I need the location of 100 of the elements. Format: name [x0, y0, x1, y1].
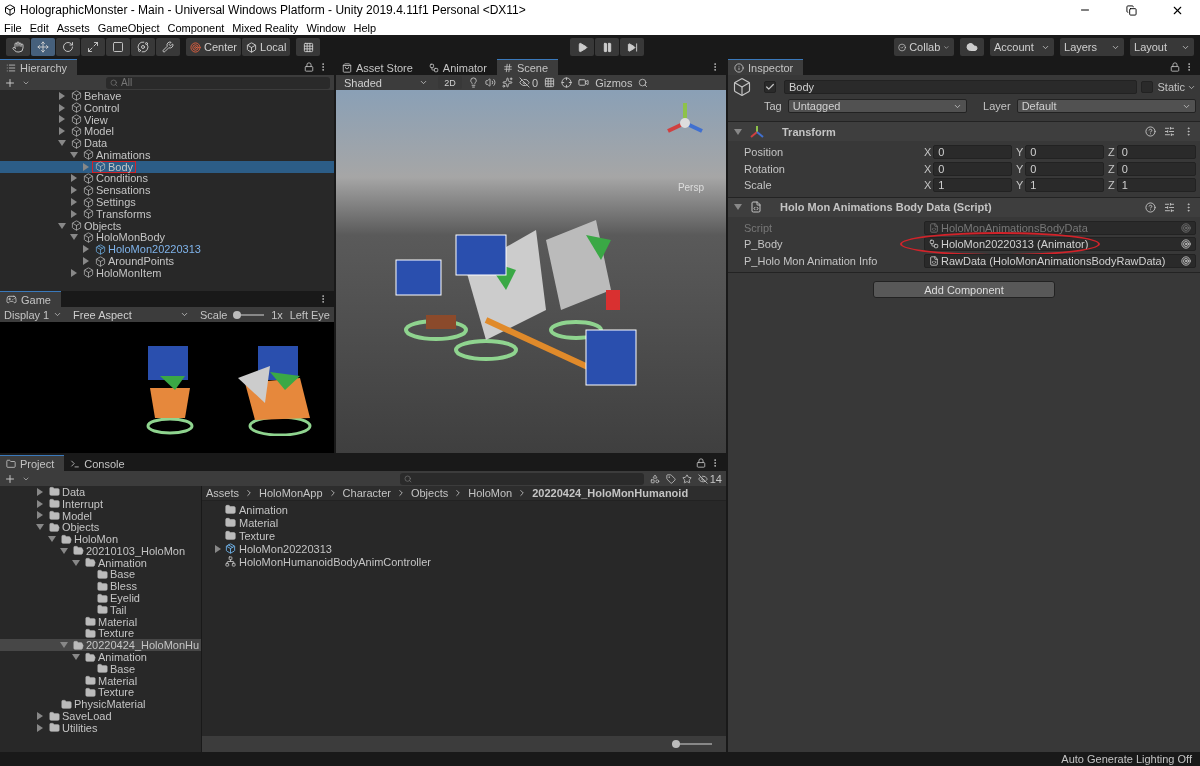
breadcrumb-item[interactable]: HoloMonApp	[259, 487, 323, 499]
menu-item[interactable]: Edit	[29, 21, 49, 34]
add-component-button[interactable]: Add Component	[873, 281, 1055, 298]
lock-icon[interactable]	[696, 458, 706, 468]
component-header[interactable]: Transform	[728, 121, 1200, 141]
tree-item[interactable]: Material	[0, 615, 201, 628]
tree-item[interactable]: Base	[0, 568, 201, 581]
asset-item[interactable]: Animation	[214, 503, 714, 516]
tool-button[interactable]	[156, 38, 180, 56]
name-field[interactable]: Body	[784, 80, 1138, 94]
gizmos-dropdown[interactable]: Gizmos	[595, 76, 633, 89]
number-field[interactable]: 1	[1116, 178, 1196, 193]
aspect-dropdown[interactable]: Free Aspect	[69, 307, 194, 322]
tree-item[interactable]: Animation	[0, 556, 201, 569]
menu-item[interactable]: Window	[306, 21, 346, 34]
inspector-tab[interactable]: Inspector	[728, 59, 804, 75]
game-tab[interactable]: Game	[0, 291, 61, 307]
filter-type-icon[interactable]	[649, 473, 660, 484]
expanded-arrow-icon[interactable]	[734, 203, 742, 211]
number-field[interactable]: 0	[1025, 161, 1104, 176]
tree-item[interactable]: Data	[0, 137, 334, 149]
collab-button[interactable]: Collab	[894, 38, 954, 56]
menu-item[interactable]: Help	[353, 21, 377, 34]
layer-dropdown[interactable]: Default	[1016, 99, 1196, 113]
tree-item[interactable]: SaveLoad	[0, 710, 201, 722]
tree-item[interactable]: View	[0, 113, 334, 126]
number-field[interactable]: 0	[933, 145, 1012, 160]
breadcrumb-item[interactable]: 20220424_HoloMonHumanoid	[532, 487, 689, 499]
menu-item[interactable]: Component	[167, 21, 225, 34]
tree-item[interactable]: Bless	[0, 580, 201, 593]
hierarchy-tab[interactable]: Hierarchy	[0, 59, 78, 75]
breadcrumb-item[interactable]: Character	[342, 487, 391, 499]
layout-dropdown[interactable]: Layout	[1130, 38, 1194, 56]
shading-dropdown[interactable]: Shaded	[340, 75, 432, 90]
layers-dropdown[interactable]: Layers	[1060, 38, 1124, 56]
tool-button[interactable]	[6, 38, 30, 56]
lock-icon[interactable]	[1170, 62, 1180, 72]
space-button[interactable]: Local	[242, 38, 291, 56]
tree-item[interactable]: Model	[0, 509, 201, 522]
slider-thumb[interactable]	[233, 310, 242, 319]
add-icon[interactable]	[4, 76, 16, 89]
tree-item[interactable]: Objects	[0, 521, 201, 534]
menu-item[interactable]: GameObject	[97, 21, 160, 34]
asset-item[interactable]: HoloMonHumanoidBodyAnimController	[214, 555, 714, 568]
hidden-packages-toggle[interactable]: 14	[697, 472, 722, 485]
tree-item[interactable]: Texture	[0, 627, 201, 640]
zoom-slider[interactable]	[672, 740, 712, 748]
lock-icon[interactable]	[304, 62, 314, 72]
hidden-objects-toggle[interactable]: 0	[519, 76, 539, 89]
tree-item[interactable]: 20210103_HoloMon	[0, 545, 201, 557]
active-checkbox[interactable]	[764, 81, 776, 93]
tree-item[interactable]: Eyelid	[0, 592, 201, 604]
tree-item[interactable]: Settings	[0, 196, 334, 208]
audio-icon[interactable]	[485, 77, 496, 88]
scale-slider[interactable]	[234, 310, 265, 319]
presets-icon[interactable]	[1164, 201, 1175, 213]
panel-tab[interactable]: Animator	[422, 59, 497, 75]
help-icon[interactable]	[1145, 201, 1156, 213]
tools-icon[interactable]	[561, 77, 573, 88]
step-button[interactable]	[620, 38, 645, 56]
tag-dropdown[interactable]: Untagged	[787, 99, 968, 113]
tree-item[interactable]: Model	[0, 125, 334, 138]
tree-item[interactable]: Animations	[0, 149, 334, 161]
tree-item[interactable]: HoloMonBody	[0, 231, 334, 244]
tree-item[interactable]: AroundPoints	[0, 255, 334, 267]
number-field[interactable]: 1	[933, 178, 1012, 193]
grid-icon[interactable]	[544, 77, 556, 88]
breadcrumb-item[interactable]: Objects	[410, 487, 449, 499]
panel-tab[interactable]: Asset Store	[336, 59, 423, 75]
tree-item[interactable]: HoloMon20220313	[0, 243, 334, 256]
breadcrumb-item[interactable]: Assets	[206, 487, 239, 499]
tool-button[interactable]	[56, 38, 80, 56]
number-field[interactable]: 1	[1025, 178, 1104, 193]
camera-icon[interactable]	[578, 77, 590, 88]
tree-item[interactable]: Interrupt	[0, 497, 201, 510]
cloud-button[interactable]	[960, 38, 984, 56]
menu-item[interactable]: Mixed Reality	[232, 21, 299, 34]
pause-button[interactable]	[595, 38, 620, 56]
tree-item[interactable]: Transforms	[0, 207, 334, 220]
number-field[interactable]: 0	[933, 161, 1012, 176]
tree-item[interactable]: Sensations	[0, 184, 334, 197]
tree-item[interactable]: Animation	[0, 651, 201, 663]
panel-tab[interactable]: Scene	[496, 59, 559, 75]
panel-tab[interactable]: Project	[0, 455, 65, 471]
slider-thumb[interactable]	[672, 740, 680, 748]
asset-item[interactable]: Texture	[214, 529, 714, 542]
tree-item[interactable]: Data	[0, 486, 201, 498]
tree-item[interactable]: Utilities	[0, 721, 201, 734]
tool-button[interactable]	[31, 38, 55, 56]
play-button[interactable]	[570, 38, 595, 56]
tree-item[interactable]: 20220424_HoloMonHu	[0, 639, 201, 652]
number-field[interactable]: 0	[1116, 161, 1196, 176]
tree-item[interactable]: HoloMonItem	[0, 266, 334, 279]
object-field[interactable]: HoloMon20220313 (Animator)	[924, 237, 1196, 252]
tree-item[interactable]: Base	[0, 662, 201, 675]
help-icon[interactable]	[1145, 126, 1156, 137]
number-field[interactable]: 0	[1025, 145, 1104, 160]
object-field[interactable]: RawData (HoloMonAnimationsBodyRawData)	[924, 253, 1196, 268]
component-header[interactable]: Holo Mon Animations Body Data (Script)	[728, 196, 1200, 217]
tree-item[interactable]: PhysicMaterial	[0, 698, 201, 711]
